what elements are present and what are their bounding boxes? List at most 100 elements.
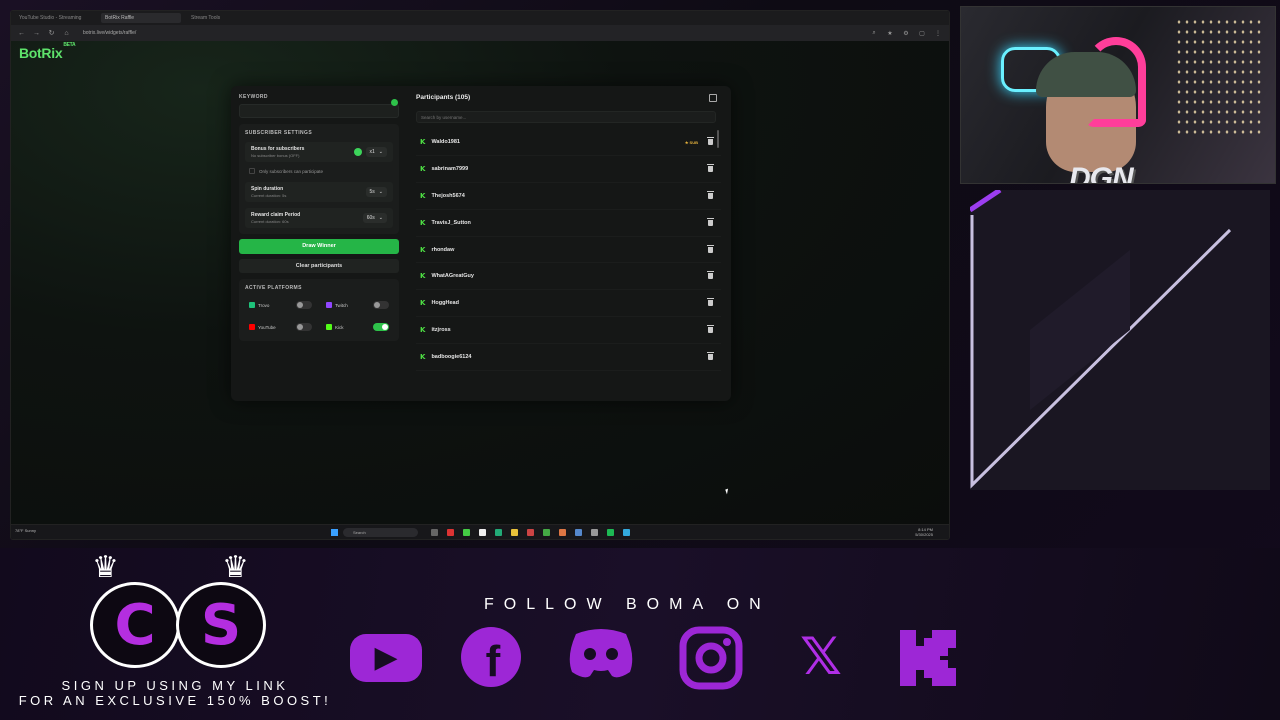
participant-name-cell: K WhatAGreatGuy bbox=[420, 272, 474, 280]
trash-icon[interactable] bbox=[707, 217, 714, 226]
mouse-cursor bbox=[725, 488, 730, 495]
participant-actions bbox=[707, 298, 714, 307]
kick-icon: K bbox=[420, 325, 426, 334]
kick-icon bbox=[892, 626, 964, 688]
bookmark-star-icon[interactable]: ★ bbox=[885, 30, 895, 37]
browser-tab-tools[interactable]: Stream Tools bbox=[187, 13, 267, 23]
trash-icon[interactable] bbox=[707, 324, 714, 333]
kick-icon: K bbox=[420, 352, 426, 361]
kick-icon bbox=[326, 324, 332, 330]
trash-icon[interactable] bbox=[707, 137, 714, 146]
trash-icon[interactable] bbox=[707, 164, 714, 173]
twitch-icon bbox=[326, 302, 332, 308]
menu-icon[interactable]: ⋮ bbox=[933, 30, 943, 37]
platform-label: Trovo bbox=[258, 302, 270, 308]
home-icon[interactable]: ⌂ bbox=[62, 30, 71, 37]
participant-name: HoggHead bbox=[431, 300, 459, 307]
beta-badge: BETA bbox=[63, 42, 76, 49]
weather-desc: Sunny bbox=[24, 528, 36, 533]
participant-row: Kitzjross bbox=[416, 317, 721, 344]
active-platforms: ACTIVE PLATFORMS Trovo Twitch YouTube Ki… bbox=[239, 279, 399, 341]
participant-name-cell: K Thejosh5674 bbox=[420, 192, 465, 200]
trash-icon[interactable] bbox=[707, 244, 714, 253]
windows-taskbar: 78°F Sunny Search 8:14 PM 5/30/2025 bbox=[11, 524, 949, 539]
promo-banner: ♛ ♛ C S SIGN UP USING MY LINK FOR AN EXC… bbox=[0, 548, 1280, 720]
extensions-icon[interactable]: ⚙ bbox=[901, 30, 911, 37]
participant-actions bbox=[707, 190, 714, 199]
kick-toggle[interactable] bbox=[373, 323, 389, 331]
twitch-toggle[interactable] bbox=[373, 301, 389, 309]
taskbar-search[interactable]: Search bbox=[343, 528, 418, 537]
participant-row: Kbadboogie6124 bbox=[416, 344, 721, 371]
reload-icon[interactable]: ↻ bbox=[47, 29, 56, 37]
forward-icon[interactable]: → bbox=[32, 30, 41, 37]
botrix-logo[interactable]: BotRixBETA bbox=[19, 42, 76, 61]
clear-participants-button[interactable]: Clear participants bbox=[239, 259, 399, 273]
youtube-toggle[interactable] bbox=[296, 323, 312, 331]
tab-actions-icon[interactable]: ▢ bbox=[917, 30, 927, 37]
instagram-icon bbox=[675, 626, 747, 690]
back-icon[interactable]: ← bbox=[17, 30, 26, 37]
participant-name: rhondaw bbox=[431, 246, 455, 253]
only-subs-label: Only subscribers can participate bbox=[259, 168, 324, 174]
app-icon[interactable] bbox=[463, 529, 470, 536]
system-clock[interactable]: 8:14 PM 5/30/2025 bbox=[915, 527, 933, 537]
draw-winner-button[interactable]: Draw Winner bbox=[239, 239, 399, 254]
participant-search-input[interactable] bbox=[416, 111, 716, 123]
participant-name-cell: Ksabrinam7999 bbox=[420, 165, 468, 173]
participant-name-cell: K TravisJ_Sutton bbox=[420, 219, 471, 227]
windows-start-icon[interactable] bbox=[331, 529, 338, 536]
kick-icon: K bbox=[420, 299, 426, 308]
browser-tab-studio[interactable]: YouTube Studio - Streaming bbox=[15, 13, 95, 23]
app-icon[interactable] bbox=[591, 529, 598, 536]
trash-icon[interactable] bbox=[707, 190, 714, 199]
zoom-icon[interactable]: ⌕ bbox=[869, 30, 879, 37]
scrollbar[interactable] bbox=[717, 129, 719, 148]
participant-name: Thejosh5674 bbox=[431, 192, 465, 199]
app-icon[interactable] bbox=[527, 529, 534, 536]
app-icon[interactable] bbox=[447, 529, 454, 536]
kick-icon: K bbox=[420, 218, 426, 227]
keyword-input[interactable] bbox=[239, 104, 399, 118]
app-icon[interactable] bbox=[479, 529, 486, 536]
edge-icon[interactable] bbox=[495, 529, 502, 536]
task-view-icon[interactable] bbox=[431, 529, 438, 536]
bonus-select[interactable]: x1 ⌄ bbox=[365, 147, 387, 157]
participant-name-cell: K HoggHead bbox=[420, 299, 459, 307]
participants-title: Participants (105) bbox=[416, 94, 471, 101]
chrome-icon[interactable] bbox=[559, 529, 566, 536]
browser-tab-botrix[interactable]: BotRix Raffle bbox=[101, 13, 181, 23]
app-icon[interactable] bbox=[543, 529, 550, 536]
only-subs-checkbox[interactable] bbox=[249, 168, 255, 174]
trash-icon[interactable] bbox=[707, 298, 714, 307]
webcam-feed: DGN bbox=[960, 6, 1276, 184]
app-icon[interactable] bbox=[623, 529, 630, 536]
participant-actions bbox=[707, 164, 714, 173]
subscriber-settings: SUBSCRIBER SETTINGS Bonus for subscriber… bbox=[239, 124, 399, 234]
signup-text: SIGN UP USING MY LINK FOR AN EXCLUSIVE 1… bbox=[0, 678, 350, 708]
casino-coin-c: C bbox=[90, 582, 180, 668]
file-explorer-icon[interactable] bbox=[511, 529, 518, 536]
participant-row: Krhondaw bbox=[416, 237, 721, 264]
participant-actions bbox=[707, 217, 714, 226]
string-lights bbox=[1175, 17, 1265, 137]
app-icon[interactable] bbox=[575, 529, 582, 536]
spin-select[interactable]: 5s ⌄ bbox=[365, 187, 387, 197]
browser-window: YouTube Studio - Streaming BotRix Raffle… bbox=[10, 10, 950, 540]
webcam-logo: DGN bbox=[1069, 162, 1134, 184]
only-subs-checkbox-row[interactable]: Only subscribers can participate bbox=[249, 168, 393, 174]
youtube-icon bbox=[249, 324, 255, 330]
spin-duration-row: Spin duration Current duration: 5s 5s ⌄ bbox=[245, 182, 393, 202]
trash-icon[interactable] bbox=[707, 351, 714, 360]
spotify-icon[interactable] bbox=[607, 529, 614, 536]
weather-widget[interactable]: 78°F Sunny bbox=[15, 528, 36, 533]
url-field[interactable]: botrix.live/widgets/raffle/ bbox=[77, 30, 863, 36]
reward-select[interactable]: 60s ⌄ bbox=[362, 213, 387, 223]
reward-title: Reward claim Period bbox=[251, 212, 301, 218]
crown-icon: ♛ bbox=[222, 551, 249, 584]
trash-icon[interactable] bbox=[707, 271, 714, 280]
copy-icon[interactable] bbox=[709, 94, 717, 102]
youtube-icon: ▶ bbox=[350, 634, 422, 682]
bonus-info-icon bbox=[353, 148, 362, 156]
trovo-toggle[interactable] bbox=[296, 301, 312, 309]
